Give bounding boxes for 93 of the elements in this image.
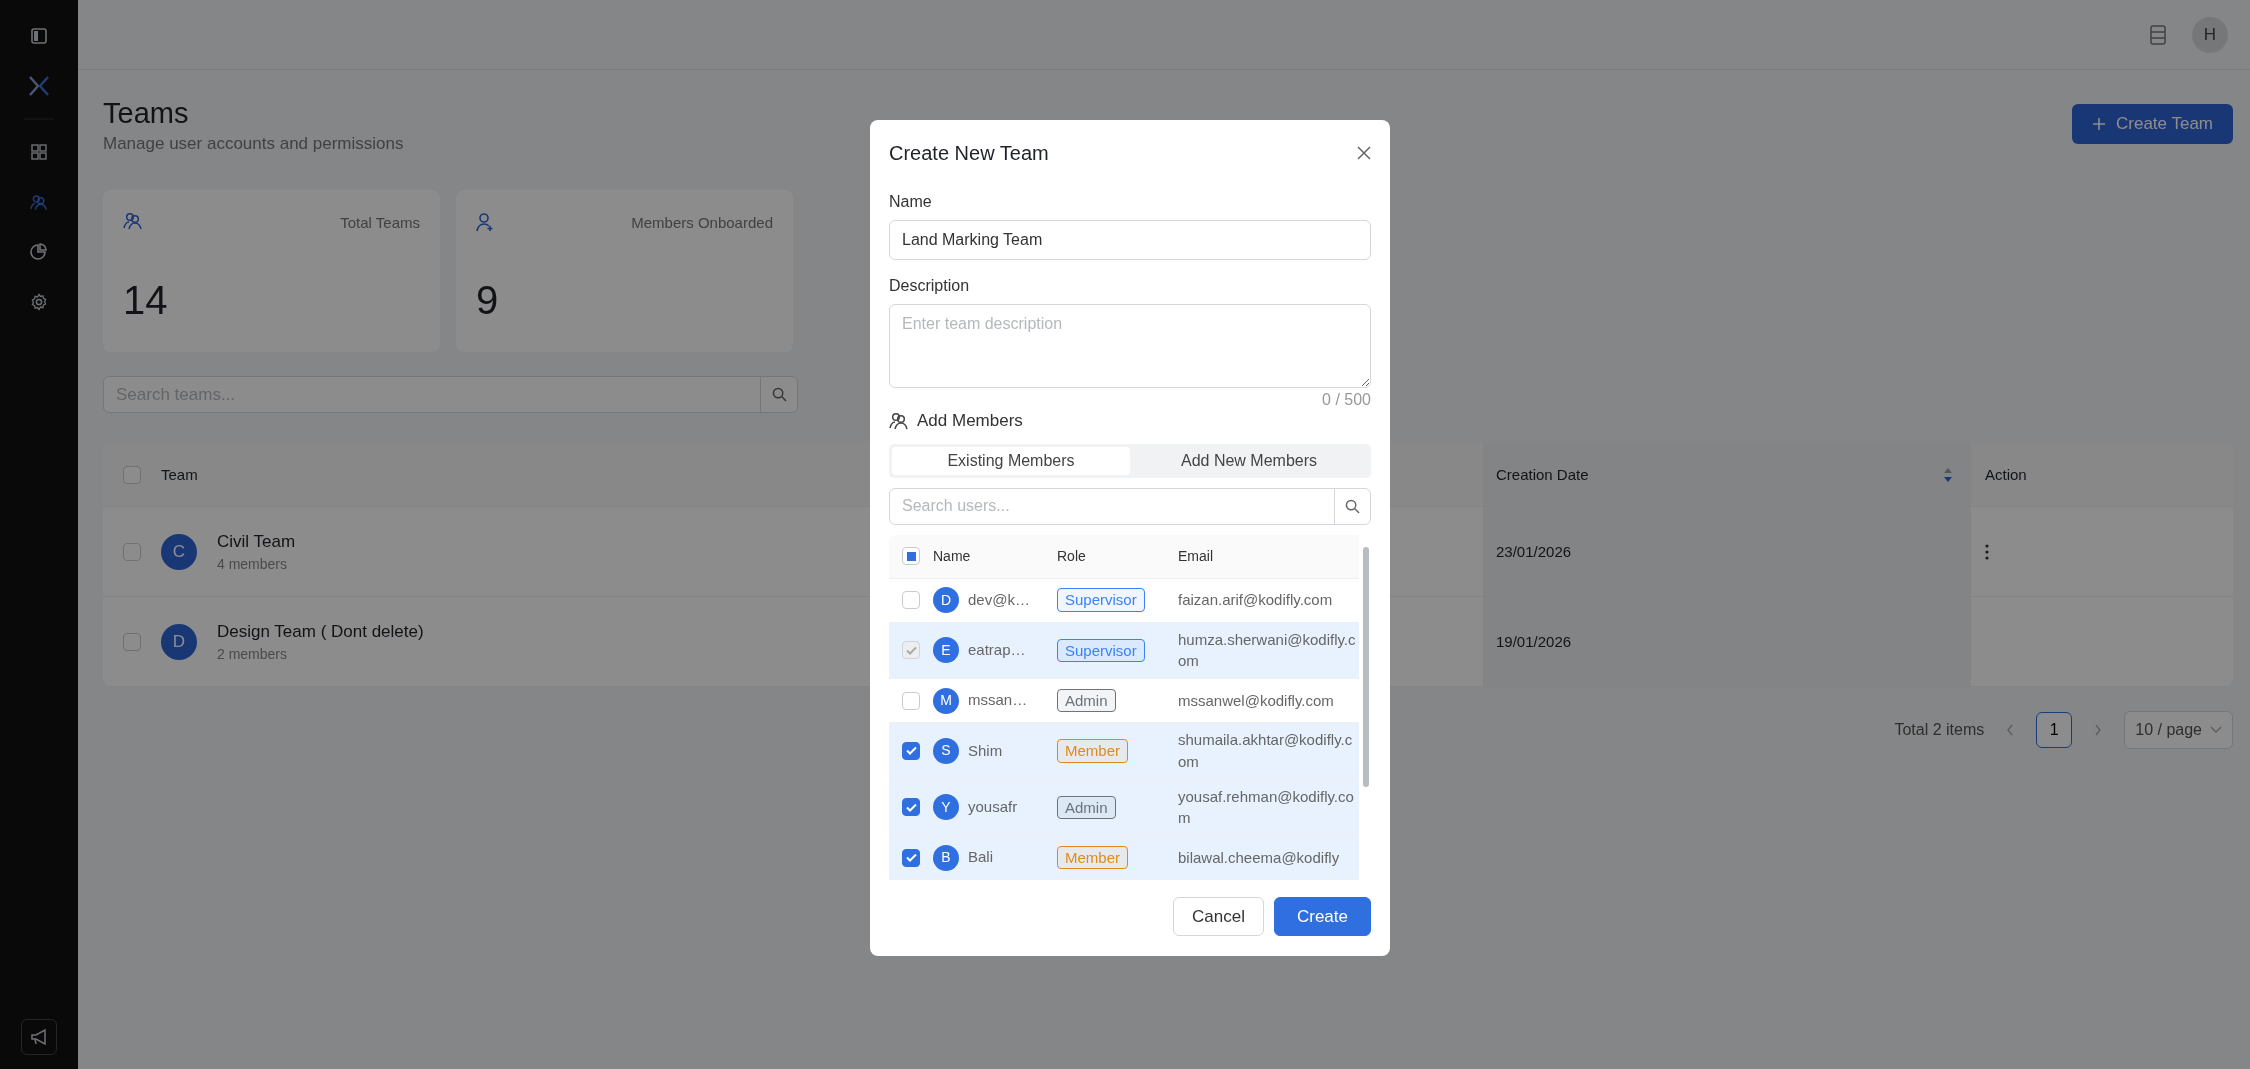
sort-icon[interactable] [1943, 466, 1953, 483]
user-avatar: Y [933, 794, 959, 821]
next-icon[interactable] [2094, 724, 2103, 737]
team-name: Design Team ( Dont delete) [217, 620, 424, 643]
megaphone-icon[interactable] [21, 1019, 57, 1055]
user-name: Shim [968, 740, 1003, 761]
role-tag: Admin [1057, 795, 1116, 819]
create-team-button[interactable]: Create Team [2072, 104, 2233, 144]
checkmark-icon [905, 645, 917, 655]
user-avatar: E [933, 637, 959, 664]
email-cell: mssanwel@kodifly.com [1178, 691, 1334, 709]
column-header: Role [1057, 547, 1086, 564]
team-avatar: C [161, 533, 197, 570]
user-avatar: S [933, 737, 959, 764]
plus-icon [2092, 116, 2106, 131]
date-cell-text: 19/01/2026 [1496, 631, 1572, 652]
role-tag: Admin [1057, 688, 1116, 713]
checkbox[interactable] [123, 542, 141, 561]
previous-icon[interactable] [2006, 724, 2015, 737]
scrollbar[interactable] [1363, 546, 1369, 787]
total-count: Total 2 items [1894, 720, 1985, 741]
checkbox[interactable] [902, 591, 920, 609]
page-subtitle: Manage user accounts and permissions [103, 132, 404, 155]
checkmark-icon [905, 853, 917, 862]
users-icon [123, 212, 143, 231]
checkbox[interactable] [902, 848, 920, 867]
user-name: Bali [968, 847, 993, 868]
add-user-icon [476, 212, 494, 233]
email-cell: humza.sherwani@kodifly.com [1178, 630, 1356, 670]
user-name: dev@k… [968, 589, 1030, 610]
page-title: Teams [103, 96, 190, 131]
document-icon[interactable] [2150, 24, 2166, 45]
user-row[interactable]: Y yousafr Admin yousaf.rehman@kodifly.com [889, 779, 1359, 836]
checkbox[interactable] [902, 741, 920, 760]
stat-value: 14 [123, 277, 169, 325]
checkbox[interactable] [123, 632, 141, 651]
create-button[interactable]: Create [1273, 896, 1371, 936]
page-size-select[interactable]: 10 / page [2124, 711, 2233, 750]
column-header[interactable]: Creation Date [1483, 443, 1971, 507]
chevron-down-icon [2210, 726, 2222, 735]
dialog-title: Create New Team [889, 141, 1049, 166]
checkmark-icon [905, 746, 917, 756]
user-name: eatrap… [968, 640, 1026, 660]
role-tag: Member [1057, 845, 1128, 870]
email-cell: faizan.arif@kodifly.com [1178, 591, 1333, 609]
tab[interactable]: Existing Members [892, 446, 1130, 475]
checkbox[interactable] [123, 465, 141, 484]
search-icon [1345, 498, 1360, 514]
checkmark-icon [905, 802, 917, 812]
checkbox[interactable] [902, 691, 920, 710]
more-icon[interactable] [1985, 543, 1989, 560]
column-header[interactable]: Team [161, 443, 803, 507]
role-tag: Supervisor [1057, 638, 1145, 662]
checkbox[interactable] [902, 798, 920, 817]
email-cell: yousaf.rehman@kodifly.com [1178, 787, 1354, 827]
user-avatar: D [933, 587, 959, 613]
user-name: mssan… [968, 690, 1028, 711]
name-input[interactable]: Land Marking Team [889, 220, 1371, 260]
user-row[interactable]: S Shim Member shumaila.akhtar@kodifly.com [889, 723, 1359, 780]
email-cell: shumaila.akhtar@kodifly.com [1178, 731, 1353, 770]
close-button[interactable] [1357, 146, 1371, 160]
stat-label: Total Teams [340, 213, 420, 234]
user-name: yousafr [968, 797, 1018, 817]
email-cell: bilawal.cheema@kodifly [1178, 848, 1340, 866]
column-header: Email [1178, 547, 1213, 564]
member-count: 2 members [217, 645, 289, 665]
role-tag: Member [1057, 739, 1128, 763]
field-label: Name [889, 192, 933, 212]
character-counter: 0 / 500 [1322, 390, 1371, 410]
member-count: 4 members [217, 555, 289, 575]
role-tag: Supervisor [1057, 588, 1145, 612]
stat-label: Members Onboarded [631, 213, 773, 234]
checkbox[interactable] [902, 547, 920, 565]
column-header: Name [933, 546, 971, 566]
section-label: Add Members [917, 410, 1023, 432]
page-button[interactable]: 1 [2036, 712, 2073, 749]
cancel-button[interactable]: Cancel [1173, 896, 1264, 936]
stat-value: 9 [476, 277, 500, 325]
team-name: Civil Team [217, 530, 296, 553]
team-avatar: D [161, 623, 197, 660]
user-avatar: M [933, 687, 959, 714]
date-cell-text: 23/01/2026 [1496, 541, 1572, 562]
tab[interactable]: Add New Members [1130, 446, 1368, 475]
user-row[interactable]: B Bali Member bilawal.cheema@kodifly [889, 836, 1359, 880]
description-input[interactable]: Enter team description [889, 304, 1371, 388]
users-icon [889, 411, 909, 430]
user-row[interactable]: D dev@k… Supervisor faizan.arif@kodifly.com [889, 578, 1359, 623]
column-header[interactable]: Action [1971, 443, 2233, 507]
search-icon [771, 387, 787, 403]
field-label: Description [889, 276, 971, 296]
page-size-value: 10 / page [2135, 720, 2202, 741]
user-avatar: B [933, 844, 959, 871]
user-avatar[interactable]: H [2192, 16, 2228, 53]
